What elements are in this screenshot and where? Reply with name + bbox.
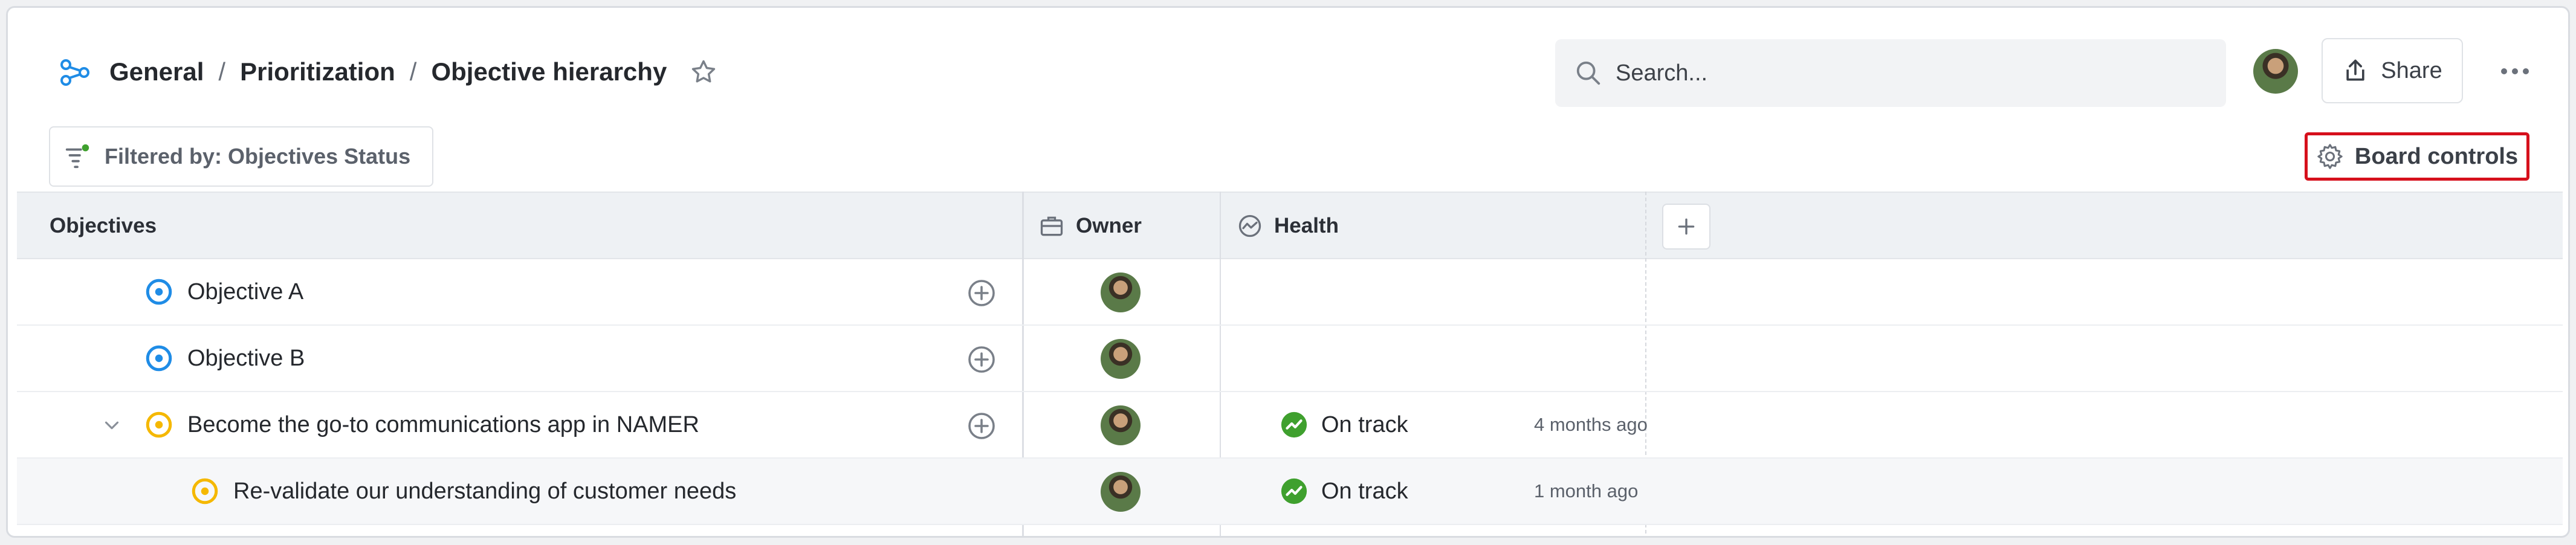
search-input[interactable]: [1616, 60, 2160, 86]
table-header: Objectives Owner Health: [17, 192, 2563, 259]
breadcrumb-item-prioritization[interactable]: Prioritization: [240, 57, 395, 86]
page-title: Objective hierarchy: [431, 57, 667, 86]
chevron-down-icon[interactable]: [100, 414, 123, 437]
breadcrumb: General / Prioritization / Objective hie…: [109, 57, 717, 86]
owner-avatar[interactable]: [1101, 272, 1141, 312]
objective-title: Objective B: [187, 345, 305, 371]
add-column-button[interactable]: [1662, 204, 1710, 250]
health-icon: [1238, 214, 1261, 237]
column-header-health[interactable]: Health: [1237, 193, 1339, 259]
objective-title: Re-validate our understanding of custome…: [233, 478, 737, 504]
on-track-icon: [1281, 411, 1307, 438]
health-label: On track: [1321, 478, 1408, 504]
filter-icon: [65, 144, 89, 169]
table-row[interactable]: Objective B: [17, 326, 2563, 392]
column-header-owner[interactable]: Owner: [1038, 193, 1142, 259]
objective-icon: [146, 411, 172, 438]
search-icon: [1576, 61, 1600, 85]
breadcrumb-item-general[interactable]: General: [109, 57, 204, 86]
health-status[interactable]: On track: [1280, 459, 1408, 524]
objective-icon: [192, 478, 218, 505]
table-row[interactable]: Become the go-to communications app in N…: [17, 392, 2563, 459]
user-avatar[interactable]: [2253, 49, 2298, 94]
gear-icon: [2317, 144, 2343, 169]
objective-title: Objective A: [187, 279, 304, 305]
more-options-icon[interactable]: [2492, 50, 2538, 92]
plus-icon: [1678, 218, 1695, 235]
column-header-objectives[interactable]: Objectives: [50, 193, 157, 259]
hierarchy-app-icon: [60, 59, 89, 86]
star-icon[interactable]: [690, 58, 717, 86]
breadcrumb-separator: /: [409, 57, 417, 86]
share-button[interactable]: Share: [2322, 38, 2463, 103]
add-child-icon[interactable]: [967, 411, 996, 440]
objective-title-cell[interactable]: Become the go-to communications app in N…: [144, 392, 699, 457]
health-updated-time: 1 month ago: [1534, 480, 1639, 501]
filter-button[interactable]: Filtered by: Objectives Status: [49, 126, 433, 187]
objectives-table: Objectives Owner Health Objective A Obje…: [17, 192, 2563, 536]
share-icon: [2346, 59, 2364, 81]
share-label: Share: [2381, 57, 2442, 83]
objective-title-cell[interactable]: Objective A: [144, 259, 303, 324]
owner-avatar[interactable]: [1101, 339, 1141, 379]
add-child-icon[interactable]: [967, 279, 996, 308]
objective-title-cell[interactable]: Re-validate our understanding of custome…: [190, 459, 736, 524]
add-child-icon[interactable]: [967, 345, 996, 374]
health-label: On track: [1321, 411, 1408, 437]
objective-icon: [146, 345, 172, 372]
briefcase-icon: [1040, 216, 1063, 236]
board-controls-button[interactable]: Board controls: [2305, 132, 2529, 181]
board-window: General / Prioritization / Objective hie…: [6, 6, 2570, 538]
objective-title: Become the go-to communications app in N…: [187, 411, 699, 437]
search-box[interactable]: [1555, 39, 2226, 107]
on-track-icon: [1281, 478, 1307, 505]
board-controls-label: Board controls: [2354, 143, 2519, 169]
owner-avatar[interactable]: [1101, 405, 1141, 445]
health-status[interactable]: On track: [1280, 392, 1408, 457]
objective-icon: [146, 279, 172, 305]
table-row[interactable]: Objective A: [17, 259, 2563, 326]
filter-label: Filtered by: Objectives Status: [105, 144, 411, 169]
owner-avatar[interactable]: [1101, 472, 1141, 512]
table-row[interactable]: Re-validate our understanding of custome…: [17, 459, 2563, 525]
health-updated-time: 4 months ago: [1534, 414, 1648, 435]
top-bar: General / Prioritization / Objective hie…: [8, 8, 2568, 123]
objective-title-cell[interactable]: Objective B: [144, 326, 305, 391]
breadcrumb-separator: /: [218, 57, 226, 86]
